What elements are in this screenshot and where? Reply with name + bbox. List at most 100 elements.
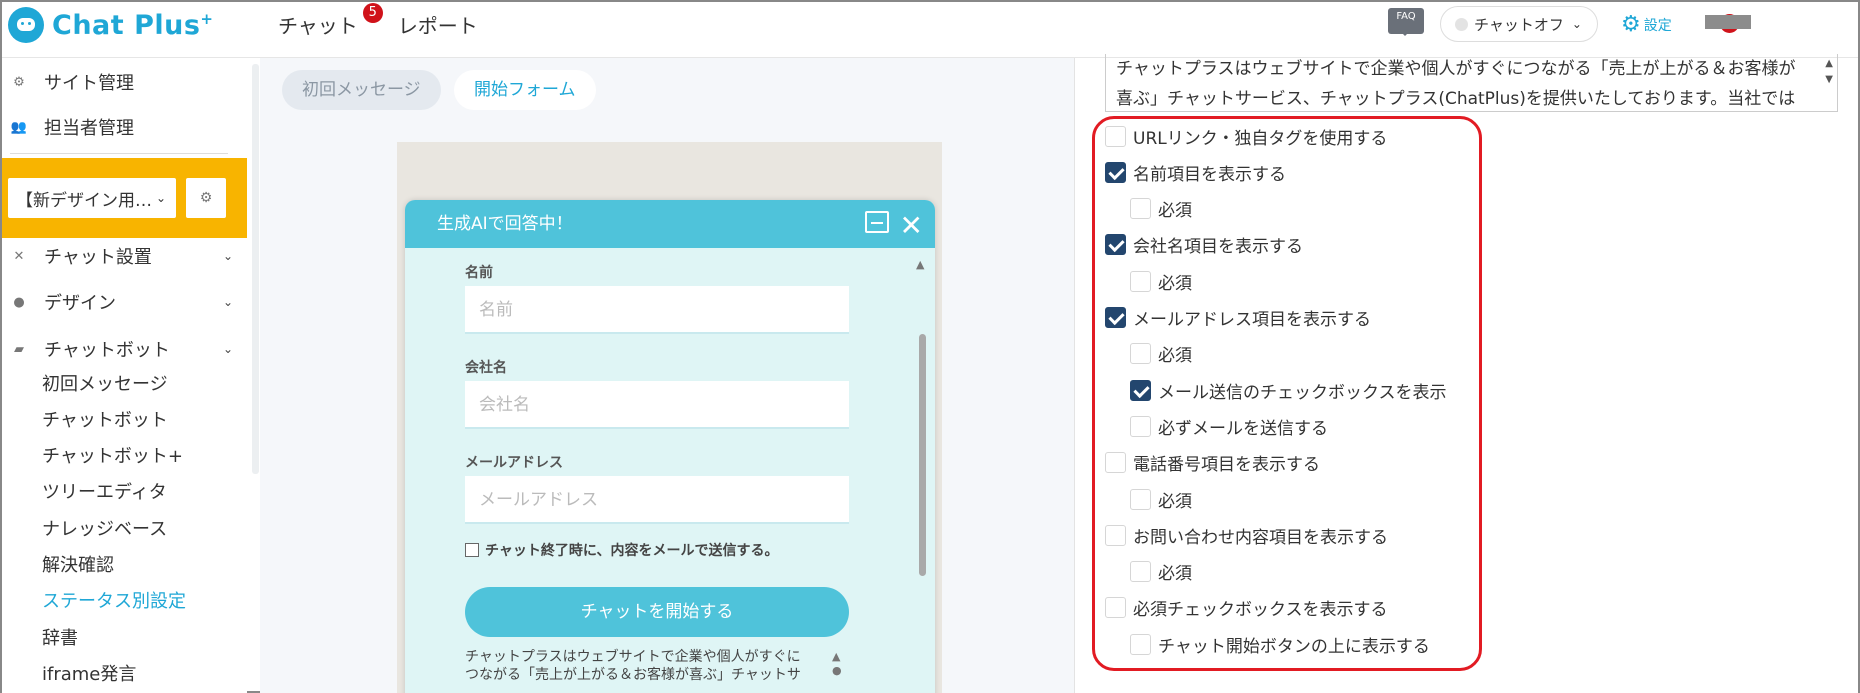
form-option-label: 必須 xyxy=(1158,273,1192,294)
form-option[interactable]: お問い合わせ内容項目を表示する xyxy=(1105,523,1388,548)
form-option-label: お問い合わせ内容項目を表示する xyxy=(1133,527,1388,548)
email-input[interactable]: メールアドレス xyxy=(465,476,849,524)
checkbox-icon[interactable] xyxy=(1105,524,1126,546)
checkbox-icon xyxy=(465,543,479,557)
scroll-up-icon[interactable]: ▲ xyxy=(916,258,924,271)
minimize-icon[interactable] xyxy=(865,211,889,233)
widget-scrollbar[interactable]: ▲ xyxy=(916,258,928,588)
form-option-label: URLリンク・独自タグを使用する xyxy=(1133,128,1388,149)
scrollbar-thumb[interactable] xyxy=(919,334,926,576)
project-settings-gear-icon[interactable]: ⚙ xyxy=(186,178,226,218)
widget-header: 生成AIで回答中！ ✕ xyxy=(405,200,935,248)
project-select-value: 【新デザイン用… xyxy=(16,190,152,211)
sidebar-scrollbar[interactable] xyxy=(252,64,259,474)
checkbox-icon[interactable] xyxy=(1130,343,1151,365)
sidebar-item-chatbot-plus[interactable]: チャットボット+ xyxy=(42,442,183,472)
sidebar-item-knowledge-base[interactable]: ナレッジベース xyxy=(42,515,167,545)
chat-status-dropdown[interactable]: チャットオフ ⌄ xyxy=(1440,6,1598,42)
logo-chat-icon xyxy=(8,7,44,43)
sidebar-section-label: チャット設置 xyxy=(44,247,152,268)
send-email-label: チャット終了時に、内容をメールで送信する。 xyxy=(485,543,779,559)
form-option-label: 名前項目を表示する xyxy=(1133,164,1286,185)
form-option[interactable]: 必須チェックボックスを表示する xyxy=(1105,596,1388,620)
form-option[interactable]: 必須 xyxy=(1130,269,1192,294)
close-icon[interactable]: ✕ xyxy=(900,202,923,250)
checkbox-icon[interactable] xyxy=(1105,125,1126,147)
settings-link[interactable]: ⚙ 設定 xyxy=(1621,12,1672,37)
form-option[interactable]: 必須 xyxy=(1130,487,1192,512)
sidebar-section-chatbot[interactable]: ▰ チャットボット ⌄ xyxy=(2,331,247,367)
form-option-label: 必須 xyxy=(1158,491,1192,512)
form-option[interactable]: URLリンク・独自タグを使用する xyxy=(1105,124,1388,149)
sidebar-item-site-management[interactable]: ⚙ サイト管理 xyxy=(2,64,247,100)
top-header: Chat Plus+ チャット 5 レポート FAQ チャットオフ ⌄ ⚙ 設定… xyxy=(2,2,1858,58)
tab-initial-message[interactable]: 初回メッセージ xyxy=(282,70,441,110)
checkbox-icon[interactable] xyxy=(1130,415,1151,437)
form-option-label: 電話番号項目を表示する xyxy=(1133,455,1320,476)
gear-icon: ⚙ xyxy=(1621,12,1641,37)
checked-checkbox-icon[interactable] xyxy=(1105,161,1126,183)
description-textarea[interactable]: チャットプラスはウェブサイトで企業や個人がすぐにつながる「売上が上がる＆お客様が… xyxy=(1105,54,1838,112)
form-option-label: チャット開始ボタンの上に表示する xyxy=(1158,636,1430,657)
form-option[interactable]: 名前項目を表示する xyxy=(1105,160,1286,185)
form-option[interactable]: 必ずメールを送信する xyxy=(1130,414,1328,439)
chevron-down-icon: ⌄ xyxy=(1571,17,1582,31)
sidebar-item-status-settings[interactable]: ステータス別設定 xyxy=(42,587,186,617)
main-nav: チャット 5 レポート xyxy=(278,3,478,39)
nav-chat[interactable]: チャット 5 xyxy=(278,3,383,39)
send-email-checkbox[interactable]: チャット終了時に、内容をメールで送信する。 xyxy=(465,540,778,560)
checked-checkbox-icon[interactable] xyxy=(1105,307,1126,328)
checkbox-icon[interactable] xyxy=(1130,561,1151,583)
name-input[interactable]: 名前 xyxy=(465,286,849,334)
sidebar-item-initial-message[interactable]: 初回メッセージ xyxy=(42,370,168,400)
checkbox-icon[interactable] xyxy=(1130,488,1151,510)
form-option[interactable]: メール送信のチェックボックスを表示 xyxy=(1130,378,1447,403)
chat-widget-preview: 生成AIで回答中！ ✕ 名前 名前 会社名 会社名 メールアドレス メールアドレ… xyxy=(405,200,935,693)
form-option-label: 必須 xyxy=(1158,346,1192,367)
sidebar-item-tree-editor[interactable]: ツリーエディタ xyxy=(42,478,167,508)
start-chat-button[interactable]: チャットを開始する xyxy=(465,587,849,637)
checkbox-icon[interactable] xyxy=(1130,198,1151,220)
status-dot-icon xyxy=(1455,17,1468,31)
form-option-label: 必須 xyxy=(1158,564,1192,585)
form-option[interactable]: 必須 xyxy=(1130,342,1192,366)
chat-icon: ▰ xyxy=(14,341,24,357)
settings-label: 設定 xyxy=(1643,17,1672,34)
form-option[interactable]: 電話番号項目を表示する xyxy=(1105,451,1320,475)
chatplus-logo[interactable]: Chat Plus+ xyxy=(8,7,213,43)
sidebar-item-chatbot[interactable]: チャットボット xyxy=(42,406,168,436)
faq-icon[interactable]: FAQ xyxy=(1388,8,1424,36)
sidebar-item-dictionary[interactable]: 辞書 xyxy=(42,624,78,654)
preview-area: 初回メッセージ 開始フォーム 生成AIで回答中！ ✕ 名前 名前 会社名 会社名… xyxy=(260,58,1074,693)
sidebar-section-design[interactable]: ● デザイン ⌄ xyxy=(2,284,247,320)
description-scroll-up-icon[interactable]: ▲ ● xyxy=(832,650,842,678)
description-line: チャットプラスはウェブサイトで企業や個人がすぐに xyxy=(465,649,801,665)
widget-description: チャットプラスはウェブサイトで企業や個人がすぐに つながる「売上が上がる＆お客様… xyxy=(465,648,825,684)
form-option[interactable]: 必須 xyxy=(1130,197,1192,221)
form-option-label: 必須チェックボックスを表示する xyxy=(1133,600,1388,621)
form-option[interactable]: チャット開始ボタンの上に表示する xyxy=(1130,632,1430,657)
sidebar-item-resolution-check[interactable]: 解決確認 xyxy=(42,551,114,581)
checked-checkbox-icon[interactable] xyxy=(1130,379,1151,401)
form-option[interactable]: 必須 xyxy=(1130,560,1192,584)
sidebar-section-chat-install[interactable]: ✕ チャット設置 ⌄ xyxy=(2,238,247,274)
nav-report[interactable]: レポート xyxy=(398,10,478,39)
checkbox-icon[interactable] xyxy=(1105,597,1126,619)
sidebar: ⚙ サイト管理 👥 担当者管理 【新デザイン用… ⌄ ⚙ ✕ チャット設置 ⌄ … xyxy=(2,58,247,693)
chevron-down-icon: ⌄ xyxy=(222,342,233,356)
checkbox-icon[interactable] xyxy=(1130,633,1151,655)
sidebar-item-iframe[interactable]: iframe発言 xyxy=(42,660,136,690)
project-selector-area: 【新デザイン用… ⌄ ⚙ xyxy=(2,158,247,238)
checkbox-icon[interactable] xyxy=(1105,452,1126,474)
company-input[interactable]: 会社名 xyxy=(465,381,849,429)
project-select[interactable]: 【新デザイン用… ⌄ xyxy=(8,178,176,218)
company-field-label: 会社名 xyxy=(465,360,507,376)
textarea-scroll-icon[interactable]: ▲ ▼ xyxy=(1825,56,1833,88)
checked-checkbox-icon[interactable] xyxy=(1105,234,1126,256)
sidebar-item-staff-management[interactable]: 👥 担当者管理 xyxy=(2,109,247,145)
form-option[interactable]: メールアドレス項目を表示する xyxy=(1105,306,1371,330)
tab-start-form[interactable]: 開始フォーム xyxy=(454,70,596,110)
user-name-redacted[interactable] xyxy=(1705,15,1751,29)
form-option[interactable]: 会社名項目を表示する xyxy=(1105,233,1303,257)
checkbox-icon[interactable] xyxy=(1130,270,1151,292)
